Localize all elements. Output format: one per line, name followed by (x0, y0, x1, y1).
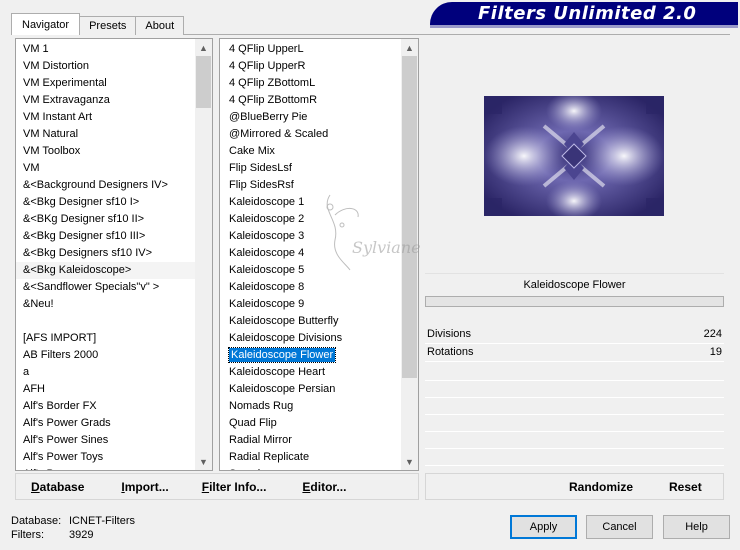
list-item[interactable]: VM Toolbox (16, 143, 195, 160)
filter-info-button[interactable]: Filter Info... (202, 480, 267, 494)
category-list[interactable]: VM 1 VM Distortion VM Experimental VM Extra… (16, 39, 195, 470)
list-item[interactable]: &<Sandflower Specials"v" > (16, 279, 195, 296)
param-row-rotations[interactable]: Rotations 19 (425, 344, 724, 362)
database-button[interactable]: Database (31, 480, 84, 494)
scroll-up-icon[interactable]: ▲ (401, 39, 418, 56)
list-item[interactable]: VM Experimental (16, 75, 195, 92)
editor-button[interactable]: Editor... (302, 480, 346, 494)
list-item[interactable]: Flip SidesLsf (220, 160, 401, 177)
app-title-banner: Filters Unlimited 2.0 (430, 2, 738, 28)
list-item[interactable]: Alf's Power... (16, 466, 195, 470)
filter-scrollbar[interactable]: ▲ ▼ (401, 39, 418, 470)
list-item[interactable]: Kaleidoscope 1 (220, 194, 401, 211)
scroll-thumb[interactable] (402, 56, 417, 378)
list-item[interactable]: Alf's Border FX (16, 398, 195, 415)
scroll-down-icon[interactable]: ▼ (195, 453, 212, 470)
list-item[interactable]: Kaleidoscope 8 (220, 279, 401, 296)
list-item[interactable]: Kaleidoscope 2 (220, 211, 401, 228)
tab-bar: Navigator Presets About (11, 12, 185, 35)
help-button[interactable]: Help (663, 515, 730, 539)
list-item[interactable]: &<BKg Designer sf10 II> (16, 211, 195, 228)
list-item[interactable]: Kaleidoscope Heart (220, 364, 401, 381)
list-item[interactable]: @Mirrored & Scaled (220, 126, 401, 143)
filter-progress-bar (425, 296, 724, 307)
filters-count-value: 3929 (69, 529, 94, 541)
list-item[interactable]: &<Bkg Kaleidoscope> (16, 262, 195, 279)
preview-image (484, 96, 664, 216)
list-item[interactable]: @BlueBerry Pie (220, 109, 401, 126)
import-button[interactable]: Import... (121, 480, 168, 494)
list-item[interactable]: Alf's Power Grads (16, 415, 195, 432)
scroll-thumb[interactable] (196, 56, 211, 108)
list-item[interactable]: Seamless... (220, 466, 401, 470)
param-name: Divisions (427, 328, 472, 340)
filter-preview-area: Kaleidoscope Flower Divisions 224 Rotati… (425, 38, 724, 471)
list-item[interactable]: Kaleidoscope Divisions (220, 330, 401, 347)
reset-button[interactable]: Reset (669, 480, 702, 494)
list-item[interactable]: Kaleidoscope Persian (220, 381, 401, 398)
list-item[interactable]: &<Bkg Designer sf10 I> (16, 194, 195, 211)
list-item[interactable]: Kaleidoscope 4 (220, 245, 401, 262)
param-list: Divisions 224 Rotations 19 (425, 326, 724, 362)
list-item[interactable]: AB Filters 2000 (16, 347, 195, 364)
list-item[interactable]: Cake Mix (220, 143, 401, 160)
list-item[interactable]: VM Extravaganza (16, 92, 195, 109)
list-item[interactable]: 4 QFlip UpperR (220, 58, 401, 75)
list-item[interactable]: Flip SidesRsf (220, 177, 401, 194)
list-item[interactable]: Kaleidoscope 5 (220, 262, 401, 279)
list-item[interactable]: AFH (16, 381, 195, 398)
list-item[interactable]: Kaleidoscope Butterfly (220, 313, 401, 330)
list-item[interactable]: [AFS IMPORT] (16, 330, 195, 347)
param-value[interactable]: 19 (710, 344, 722, 361)
list-item (16, 313, 195, 330)
param-name: Rotations (427, 346, 474, 358)
empty-param-rows (425, 364, 724, 466)
list-item[interactable]: Alf's Power Sines (16, 432, 195, 449)
list-item[interactable]: 4 QFlip ZBottomR (220, 92, 401, 109)
scroll-down-icon[interactable]: ▼ (401, 453, 418, 470)
filter-list[interactable]: 4 QFlip UpperL 4 QFlip UpperR 4 QFlip ZBot… (220, 39, 401, 470)
category-list-panel: VM 1 VM Distortion VM Experimental VM Extra… (15, 38, 213, 471)
category-scrollbar[interactable]: ▲ ▼ (195, 39, 212, 470)
list-item[interactable]: &<Bkg Designers sf10 IV> (16, 245, 195, 262)
apply-button[interactable]: Apply (510, 515, 577, 539)
database-label: Database: (11, 515, 62, 527)
scroll-up-icon[interactable]: ▲ (195, 39, 212, 56)
list-item[interactable]: 4 QFlip UpperL (220, 41, 401, 58)
list-item[interactable]: &Neu! (16, 296, 195, 313)
list-item[interactable]: VM Distortion (16, 58, 195, 75)
filter-list-panel: 4 QFlip UpperL 4 QFlip UpperR 4 QFlip ZBot… (219, 38, 419, 471)
list-item[interactable]: Quad Flip (220, 415, 401, 432)
list-item[interactable]: &<Bkg Designer sf10 III> (16, 228, 195, 245)
preview-toolbar: Randomize Reset (425, 473, 724, 500)
list-item[interactable]: a (16, 364, 195, 381)
tab-presets[interactable]: Presets (79, 16, 137, 35)
list-item[interactable]: Alf's Power Toys (16, 449, 195, 466)
list-item[interactable]: VM 1 (16, 41, 195, 58)
list-item[interactable]: VM Natural (16, 126, 195, 143)
tab-navigator[interactable]: Navigator (11, 13, 81, 35)
list-item[interactable]: Kaleidoscope Flower (220, 347, 401, 364)
status-panel: Database: ICNET-Filters Filters: 3929 (11, 514, 135, 542)
cancel-button[interactable]: Cancel (586, 515, 653, 539)
param-value[interactable]: 224 (704, 326, 722, 343)
list-item[interactable]: VM Instant Art (16, 109, 195, 126)
list-item[interactable]: Kaleidoscope 3 (220, 228, 401, 245)
list-item[interactable]: 4 QFlip ZBottomL (220, 75, 401, 92)
tab-about[interactable]: About (135, 16, 185, 35)
selected-filter-title: Kaleidoscope Flower (425, 273, 724, 295)
randomize-button[interactable]: Randomize (569, 480, 633, 494)
database-value: ICNET-Filters (69, 515, 135, 527)
app-title: Filters Unlimited 2.0 (478, 3, 697, 24)
filters-count-label: Filters: (11, 529, 44, 541)
list-item[interactable]: Nomads Rug (220, 398, 401, 415)
navigator-toolbar: Database Import... Filter Info... Editor… (15, 473, 419, 500)
list-item[interactable]: Radial Replicate (220, 449, 401, 466)
param-row-divisions[interactable]: Divisions 224 (425, 326, 724, 344)
list-item[interactable]: &<Background Designers IV> (16, 177, 195, 194)
list-item[interactable]: Radial Mirror (220, 432, 401, 449)
list-item[interactable]: Kaleidoscope 9 (220, 296, 401, 313)
list-item[interactable]: VM (16, 160, 195, 177)
